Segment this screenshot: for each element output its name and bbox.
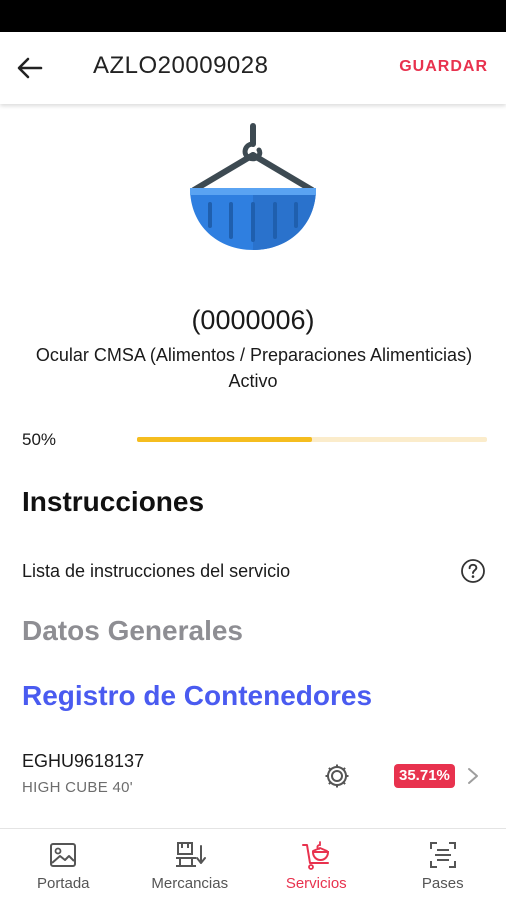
container-crane-icon (190, 123, 316, 250)
progress-fill (137, 437, 312, 442)
container-list-item[interactable]: EGHU9618137 HIGH CUBE 40' 35.71% (0, 745, 506, 809)
nav-item-pases[interactable]: Pases (380, 829, 506, 900)
general-data-section[interactable]: Datos Generales (22, 615, 243, 647)
service-icon (300, 839, 332, 871)
nav-label-pases: Pases (421, 875, 464, 892)
container-type: HIGH CUBE 40' (22, 779, 133, 796)
container-id: EGHU9618137 (22, 751, 145, 771)
image-icon (47, 839, 79, 871)
app-bar: AZLO20009028 GUARDAR (0, 32, 506, 104)
nav-label-mercancias: Mercancias (151, 875, 229, 892)
save-button[interactable]: GUARDAR (399, 58, 488, 76)
goods-icon (174, 839, 206, 871)
scan-icon (427, 839, 459, 871)
chevron-right-icon (468, 768, 478, 784)
progress-label: 50% (22, 430, 57, 449)
nav-item-mercancias[interactable]: Mercancias (127, 829, 254, 900)
gear-icon[interactable] (323, 762, 351, 790)
help-icon[interactable] (460, 558, 486, 584)
completion-badge: 35.71% (394, 764, 455, 788)
nav-item-portada[interactable]: Portada (0, 829, 127, 900)
arrow-left-icon (17, 57, 43, 79)
container-registry-section[interactable]: Registro de Contenedores (22, 680, 372, 712)
status-bar (0, 0, 506, 32)
instructions-list-row[interactable]: Lista de instrucciones del servicio (22, 556, 486, 586)
progress-bar (137, 437, 487, 442)
page-title: AZLO20009028 (93, 52, 269, 79)
nav-label-portada: Portada (36, 875, 90, 892)
bottom-navigation: Portada Mercancias Servicios Pases (0, 828, 506, 900)
service-description: Ocular CMSA (Alimentos / Preparaciones A… (35, 345, 473, 365)
nav-label-servicios: Servicios (285, 875, 347, 892)
nav-item-servicios[interactable]: Servicios (253, 829, 380, 900)
back-button[interactable] (14, 54, 46, 82)
instructions-title: Instrucciones (22, 486, 205, 517)
instructions-list-label: Lista de instrucciones del servicio (22, 560, 291, 581)
service-status: Activo (228, 371, 278, 391)
service-code: (0000006) (191, 305, 315, 335)
